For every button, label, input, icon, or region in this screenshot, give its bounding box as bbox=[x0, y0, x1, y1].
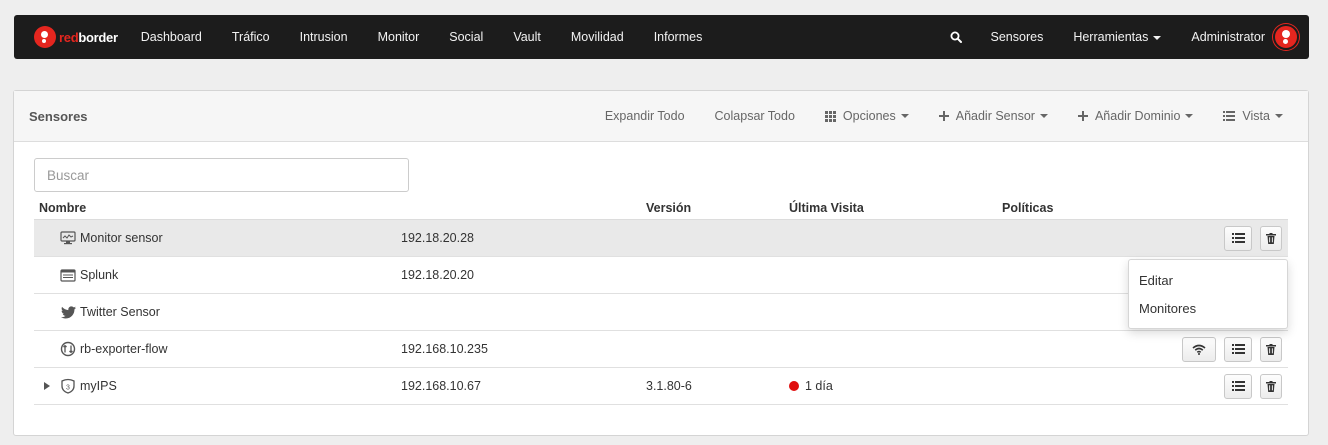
sensor-name: Splunk bbox=[80, 268, 119, 282]
table-row[interactable]: Monitor sensor 192.18.20.28 bbox=[34, 220, 1288, 257]
sensors-table: Nombre Versión Última Visita Políticas M… bbox=[34, 196, 1288, 405]
sensor-name: Monitor sensor bbox=[80, 231, 163, 245]
expand-all-button[interactable]: Expandir Todo bbox=[590, 109, 700, 123]
nav-item-movilidad[interactable]: Movilidad bbox=[556, 15, 639, 59]
trash-icon bbox=[1266, 232, 1276, 244]
sensor-name: Twitter Sensor bbox=[80, 305, 160, 319]
caret-down-icon bbox=[900, 114, 909, 118]
add-sensor-dropdown[interactable]: Añadir Sensor bbox=[924, 109, 1063, 123]
ips-icon: 3 bbox=[60, 378, 76, 394]
sensor-name: rb-exporter-flow bbox=[80, 342, 168, 356]
collapse-all-button[interactable]: Colapsar Todo bbox=[700, 109, 810, 123]
top-navbar: redborder Dashboard Tráfico Intrusion Mo… bbox=[14, 15, 1309, 59]
panel-title: Sensores bbox=[29, 108, 88, 124]
table-row[interactable]: Twitter Sensor bbox=[34, 294, 1288, 331]
last-visit: 1 día bbox=[789, 368, 833, 404]
plus-icon bbox=[938, 111, 949, 121]
panel-header: Sensores Expandir Todo Colapsar Todo Opc… bbox=[14, 91, 1308, 142]
grid-icon bbox=[824, 110, 836, 122]
table-row[interactable]: Splunk 192.18.20.20 bbox=[34, 257, 1288, 294]
status-dot-icon bbox=[789, 381, 799, 391]
options-dropdown[interactable]: Opciones bbox=[810, 109, 924, 123]
list-icon bbox=[1231, 344, 1245, 354]
trash-icon bbox=[1266, 380, 1276, 392]
redborder-logo-icon bbox=[34, 26, 56, 48]
list-icon bbox=[1223, 111, 1236, 121]
nav-item-vault[interactable]: Vault bbox=[498, 15, 556, 59]
sensor-version: 3.1.80-6 bbox=[646, 379, 692, 393]
delete-button[interactable] bbox=[1260, 336, 1282, 362]
delete-button[interactable] bbox=[1260, 373, 1282, 399]
nav-item-informes[interactable]: Informes bbox=[639, 15, 718, 59]
twitter-icon bbox=[60, 304, 76, 320]
nav-item-social[interactable]: Social bbox=[434, 15, 498, 59]
plus-icon bbox=[1077, 111, 1088, 121]
table-row[interactable]: 3 myIPS 192.168.10.67 3.1.80-6 1 día bbox=[34, 368, 1288, 405]
nav-item-dashboard[interactable]: Dashboard bbox=[126, 15, 217, 59]
caret-down-icon bbox=[1153, 35, 1162, 40]
list-icon bbox=[1231, 381, 1245, 391]
sensors-panel: Sensores Expandir Todo Colapsar Todo Opc… bbox=[13, 90, 1309, 436]
sensor-ip: 192.18.20.20 bbox=[401, 268, 474, 282]
column-header-name[interactable]: Nombre bbox=[39, 196, 86, 219]
add-domain-dropdown[interactable]: Añadir Dominio bbox=[1063, 109, 1208, 123]
view-dropdown[interactable]: Vista bbox=[1208, 109, 1298, 123]
wifi-icon bbox=[1192, 344, 1206, 355]
list-button[interactable] bbox=[1224, 225, 1252, 251]
column-header-last-visit[interactable]: Última Visita bbox=[789, 196, 864, 219]
user-menu[interactable]: Administrator bbox=[1176, 15, 1309, 59]
caret-down-icon bbox=[1275, 114, 1283, 118]
search-icon[interactable] bbox=[936, 15, 976, 59]
list-button[interactable] bbox=[1224, 336, 1252, 362]
search-input[interactable] bbox=[34, 158, 409, 192]
nav-item-intrusion[interactable]: Intrusion bbox=[285, 15, 363, 59]
caret-down-icon bbox=[1039, 114, 1048, 118]
expand-toggle-icon[interactable] bbox=[44, 368, 50, 404]
sensor-name: myIPS bbox=[80, 379, 117, 393]
delete-button[interactable] bbox=[1260, 225, 1282, 251]
table-row[interactable]: rb-exporter-flow 192.168.10.235 bbox=[34, 331, 1288, 368]
nav-item-sensores[interactable]: Sensores bbox=[976, 15, 1059, 59]
flow-icon bbox=[60, 341, 76, 357]
column-header-version[interactable]: Versión bbox=[646, 196, 691, 219]
column-header-policies[interactable]: Políticas bbox=[1002, 196, 1053, 219]
caret-down-icon bbox=[1185, 114, 1194, 118]
user-name: Administrator bbox=[1191, 30, 1265, 44]
panel-toolbar: Expandir Todo Colapsar Todo Opciones Aña… bbox=[590, 109, 1298, 123]
list-button[interactable] bbox=[1224, 373, 1252, 399]
sensor-ip: 192.168.10.235 bbox=[401, 342, 488, 356]
menu-item-editar[interactable]: Editar bbox=[1129, 267, 1287, 295]
table-header: Nombre Versión Última Visita Políticas bbox=[34, 196, 1288, 220]
wifi-button[interactable] bbox=[1182, 336, 1216, 362]
sensor-ip: 192.168.10.67 bbox=[401, 379, 481, 393]
trash-icon bbox=[1266, 343, 1276, 355]
nav-item-herramientas[interactable]: Herramientas bbox=[1058, 15, 1176, 59]
menu-item-monitores[interactable]: Monitores bbox=[1129, 295, 1287, 323]
avatar bbox=[1273, 24, 1299, 50]
row-actions-dropdown: Editar Monitores bbox=[1128, 259, 1288, 329]
navbar-right: Sensores Herramientas Administrator bbox=[936, 15, 1309, 59]
last-visit-text: 1 día bbox=[805, 379, 833, 393]
svg-text:3: 3 bbox=[66, 385, 70, 392]
brand-text: redborder bbox=[59, 29, 118, 45]
server-icon bbox=[60, 267, 76, 283]
sensor-ip: 192.18.20.28 bbox=[401, 231, 474, 245]
monitor-icon bbox=[60, 230, 76, 246]
nav-item-trafico[interactable]: Tráfico bbox=[217, 15, 285, 59]
triangle-right-icon bbox=[44, 382, 50, 390]
nav-item-monitor[interactable]: Monitor bbox=[363, 15, 435, 59]
brand-logo[interactable]: redborder bbox=[14, 15, 126, 59]
